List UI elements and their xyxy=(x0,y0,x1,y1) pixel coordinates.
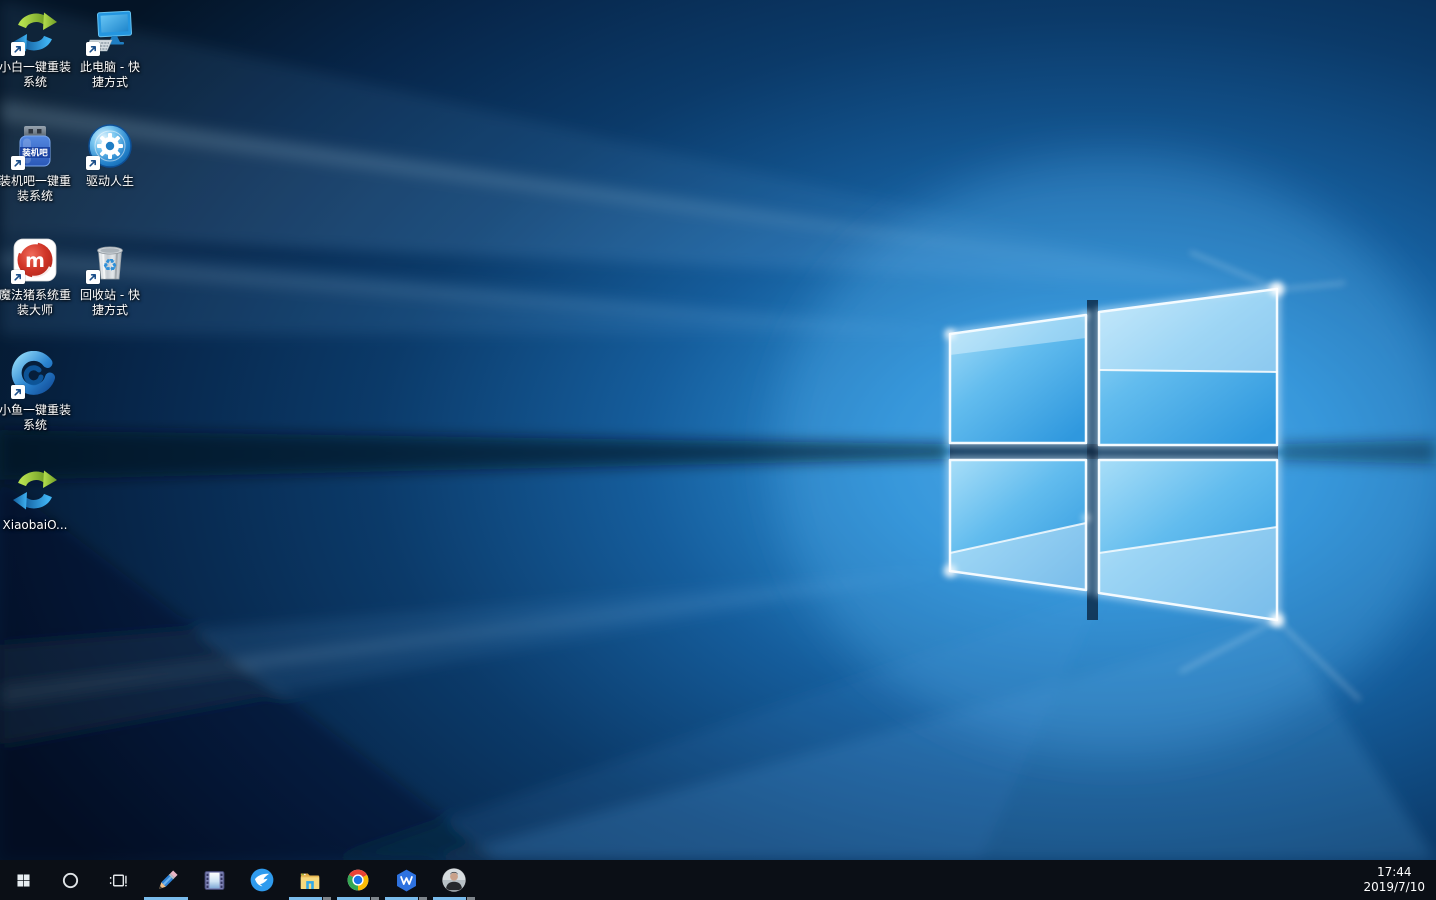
user-avatar-icon xyxy=(441,867,467,893)
wallpaper xyxy=(0,0,1436,860)
taskbar-clock[interactable]: 17:44 2019/7/10 xyxy=(1352,860,1436,900)
shortcut-arrow-icon xyxy=(11,42,25,56)
desktop-icon-xiaoyu[interactable]: 小鱼一键重装 系统 xyxy=(0,351,73,433)
icon-label: 小鱼一键重装 系统 xyxy=(0,403,73,433)
wps-office-button[interactable] xyxy=(382,860,430,900)
icon-label: 此电脑 - 快 捷方式 xyxy=(72,60,148,90)
recycle-symbol-icon: ♻ xyxy=(102,256,117,276)
user-avatar-app-button[interactable] xyxy=(430,860,478,900)
clock-date: 2019/7/10 xyxy=(1363,880,1425,895)
shortcut-arrow-icon xyxy=(86,270,100,284)
desktop[interactable]: 小白一键重装 系统 xyxy=(0,0,1436,860)
film-strip-icon xyxy=(202,868,227,893)
folder-icon xyxy=(297,867,323,893)
icon-label: 魔法猪系统重 装大师 xyxy=(0,288,73,318)
chrome-icon xyxy=(345,867,371,893)
taskbar: 17:44 2019/7/10 xyxy=(0,860,1436,900)
desktop-icon-driver-life[interactable]: 驱动人生 xyxy=(72,122,148,189)
dingtalk-app-button[interactable] xyxy=(238,860,286,900)
start-button[interactable] xyxy=(0,860,46,900)
chrome-browser-button[interactable] xyxy=(334,860,382,900)
pencil-app-button[interactable] xyxy=(142,860,190,900)
dingtalk-icon xyxy=(249,867,275,893)
shortcut-arrow-icon xyxy=(11,385,25,399)
media-player-app-button[interactable] xyxy=(190,860,238,900)
sync-arrows-icon xyxy=(11,466,59,514)
desktop-icon-this-pc[interactable]: 此电脑 - 快 捷方式 xyxy=(72,8,148,90)
mofazhu-letter: m xyxy=(25,250,45,272)
desktop-icon-recycle-bin[interactable]: ♻ 回收站 - 快 捷方式 xyxy=(72,236,148,318)
pencil-icon xyxy=(154,868,179,893)
clock-time: 17:44 xyxy=(1377,865,1412,880)
desktop-icon-zhuangjiba[interactable]: 装机吧 装机吧一键重 装系统 xyxy=(0,122,73,204)
cortana-search-button[interactable] xyxy=(46,860,94,900)
icon-label: 小白一键重装 系统 xyxy=(0,60,73,90)
icon-label: 驱动人生 xyxy=(72,174,148,189)
icon-label: 装机吧一键重 装系统 xyxy=(0,174,73,204)
task-view-button[interactable] xyxy=(94,860,142,900)
screen: 小白一键重装 系统 xyxy=(0,0,1436,900)
task-view-icon xyxy=(108,870,129,891)
cortana-circle-icon xyxy=(61,871,80,890)
file-explorer-button[interactable] xyxy=(286,860,334,900)
icon-label: XiaobaiO... xyxy=(0,518,73,533)
wps-icon xyxy=(394,868,419,893)
desktop-icon-mofazhu[interactable]: m 魔法猪系统重 装大师 xyxy=(0,236,73,318)
desktop-icon-xiaobai-reinstall[interactable]: 小白一键重装 系统 xyxy=(0,8,73,90)
shortcut-arrow-icon xyxy=(11,270,25,284)
shortcut-arrow-icon xyxy=(86,156,100,170)
shortcut-arrow-icon xyxy=(11,156,25,170)
icon-label: 回收站 - 快 捷方式 xyxy=(72,288,148,318)
usb-badge-text: 装机吧 xyxy=(21,148,48,159)
shortcut-arrow-icon xyxy=(86,42,100,56)
windows-logo-icon xyxy=(15,872,32,889)
desktop-icon-xiaobai-online[interactable]: XiaobaiO... xyxy=(0,466,73,533)
